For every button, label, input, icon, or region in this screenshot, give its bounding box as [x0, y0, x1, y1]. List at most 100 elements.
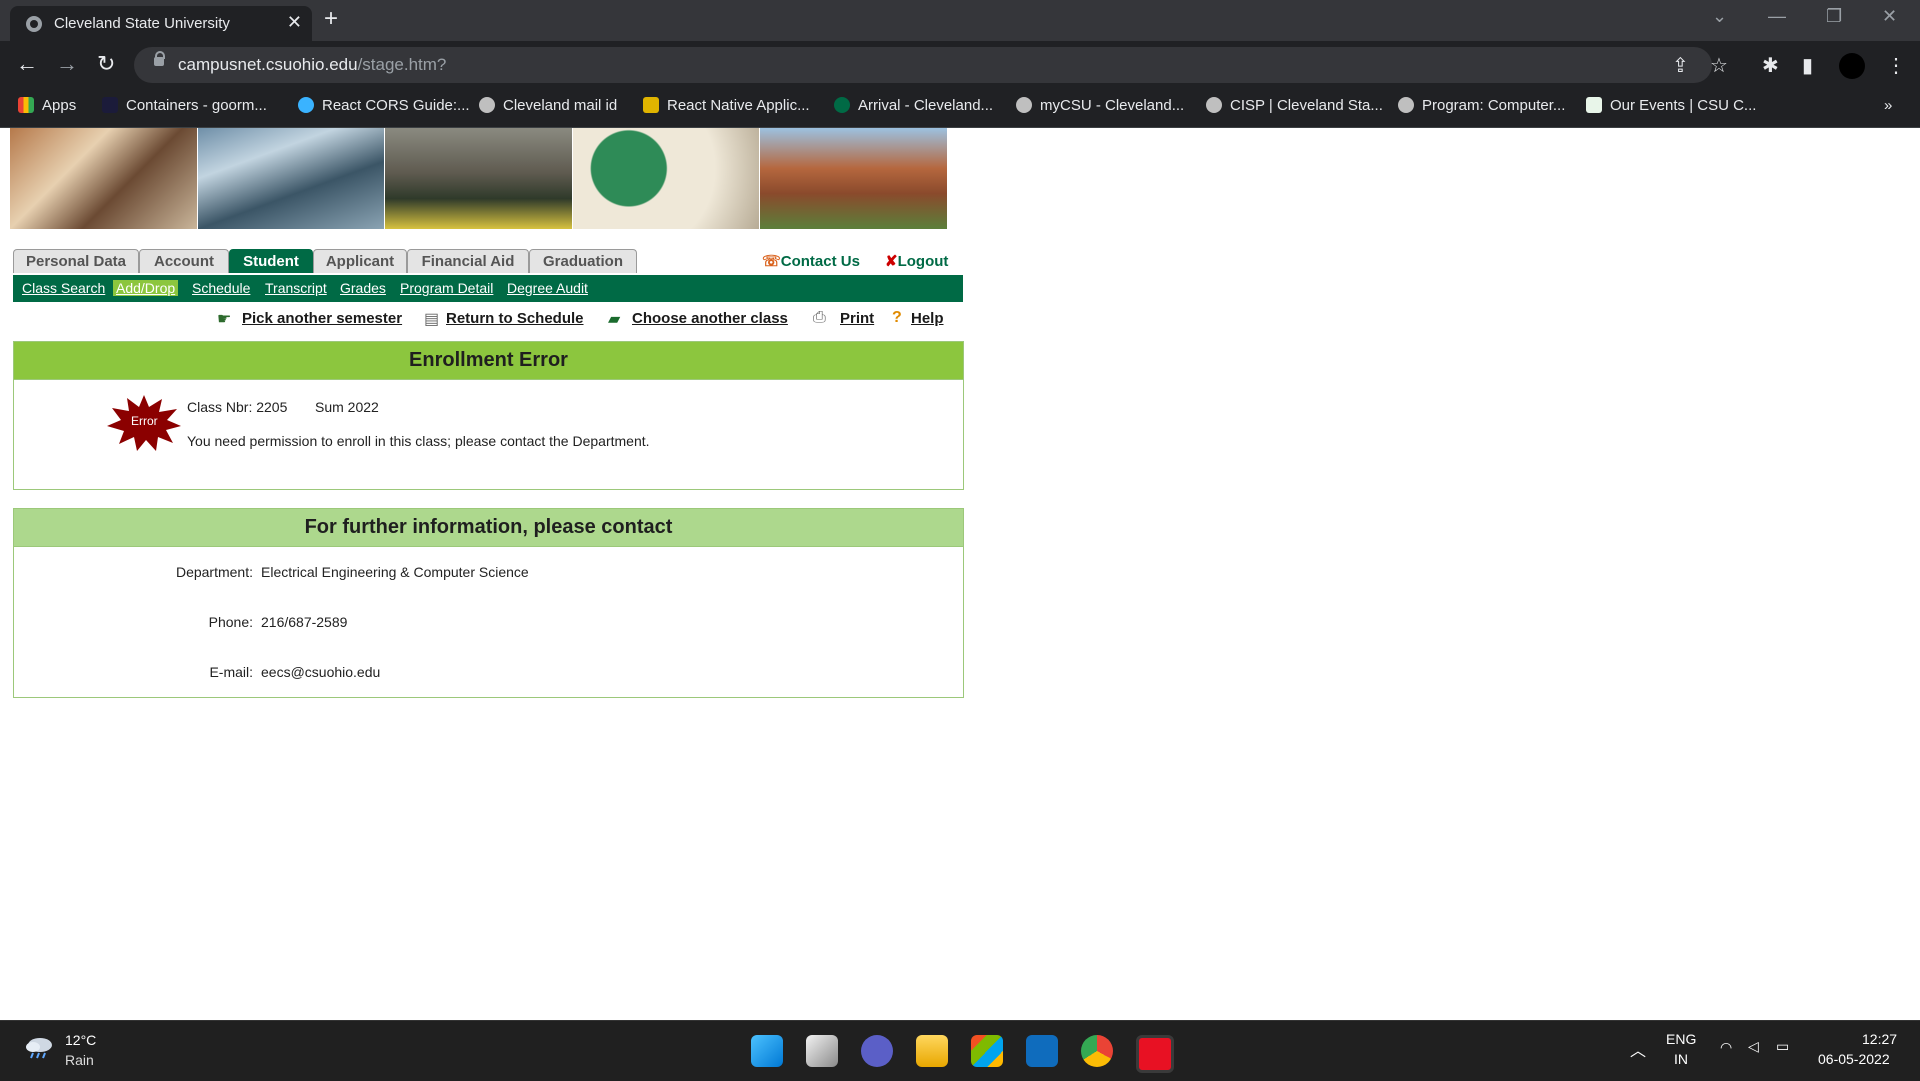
microsoft-store-icon[interactable] — [971, 1035, 1003, 1067]
windows-taskbar: 12°C Rain ︿ ENG IN ◠ ◁ ▭ 12:27 06-05-202… — [0, 1020, 1920, 1081]
subnav-program-detail[interactable]: Program Detail — [400, 280, 493, 296]
teams-chat-icon[interactable] — [861, 1035, 893, 1067]
error-message: You need permission to enroll in this cl… — [187, 433, 650, 449]
tab-financial-aid[interactable]: Financial Aid — [407, 249, 529, 273]
banner-photo-students — [10, 128, 197, 229]
books-icon: ▰ — [608, 311, 621, 328]
subnav-transcript[interactable]: Transcript — [265, 280, 327, 296]
email-label: E-mail: — [209, 664, 253, 680]
printer-icon: ⎙ — [813, 309, 826, 326]
url-host: campusnet.csuohio.edu — [178, 55, 358, 74]
subnav-class-search[interactable]: Class Search — [22, 280, 105, 296]
phone-label: Phone: — [208, 614, 253, 630]
share-icon[interactable]: ⇪ — [1672, 53, 1689, 78]
language-code[interactable]: ENG — [1666, 1031, 1696, 1047]
browser-titlebar: Cleveland State University ✕ + ⌄ — ❐ ✕ — [0, 0, 1920, 41]
bookmark-our-events[interactable]: Our Events | CSU C... — [1586, 97, 1756, 114]
banner-photo-seal — [572, 128, 760, 229]
sub-nav-bar: Class Search Add/Drop Schedule Transcrip… — [13, 275, 963, 302]
close-window-button[interactable]: ✕ — [1882, 6, 1897, 27]
bookmark-program[interactable]: Program: Computer... — [1398, 97, 1565, 114]
header-banner — [10, 128, 948, 229]
restore-button[interactable]: ❐ — [1826, 6, 1842, 27]
help-link[interactable]: Help — [911, 310, 944, 327]
tab-account[interactable]: Account — [139, 249, 229, 273]
bookmark-react-native[interactable]: React Native Applic... — [643, 97, 810, 114]
terminal-icon — [102, 97, 118, 113]
subnav-schedule[interactable]: Schedule — [192, 280, 250, 296]
apps-grid-icon — [18, 97, 34, 113]
viking-icon — [1206, 97, 1222, 113]
contact-icon: ☏ — [762, 253, 781, 270]
back-button[interactable]: ← — [16, 51, 38, 77]
mail-icon[interactable] — [1026, 1035, 1058, 1067]
volume-icon[interactable]: ◁ — [1748, 1038, 1759, 1055]
more-bookmarks-icon[interactable]: » — [1884, 97, 1892, 114]
help-question-icon: ? — [892, 309, 902, 326]
browser-toolbar: ← → ↻ campusnet.csuohio.edu/stage.htm? ⇪… — [0, 41, 1920, 89]
schedule-document-icon: ▤ — [424, 311, 440, 328]
forward-button[interactable]: → — [56, 51, 78, 77]
print-link[interactable]: Print — [840, 310, 874, 327]
clock-date[interactable]: 06-05-2022 — [1818, 1051, 1890, 1067]
bookmark-cleveland-mail[interactable]: Cleveland mail id — [479, 97, 617, 114]
file-explorer-icon[interactable] — [916, 1035, 948, 1067]
address-bar[interactable]: campusnet.csuohio.edu/stage.htm? ⇪ ☆ — [134, 47, 1728, 83]
bookmark-cisp[interactable]: CISP | Cleveland Sta... — [1206, 97, 1383, 114]
weather-condition[interactable]: Rain — [65, 1052, 94, 1068]
subnav-add-drop[interactable]: Add/Drop — [113, 280, 179, 296]
rain-cloud-icon[interactable] — [24, 1035, 54, 1059]
show-hidden-icons-chevron-icon[interactable]: ︿ — [1630, 1037, 1646, 1061]
tab-student[interactable]: Student — [229, 249, 313, 273]
department-value: Electrical Engineering & Computer Scienc… — [261, 564, 529, 580]
enrollment-error-title: Enrollment Error — [14, 342, 963, 380]
error-icon-label: Error — [131, 414, 158, 428]
profile-avatar[interactable] — [1839, 53, 1865, 79]
menu-icon[interactable]: ⋮ — [1886, 53, 1906, 78]
subnav-grades[interactable]: Grades — [340, 280, 386, 296]
weather-temperature[interactable]: 12°C — [65, 1032, 96, 1048]
banner-photo-building — [197, 128, 385, 229]
bookmarks-bar: Apps Containers - goorm... React CORS Gu… — [0, 89, 1920, 128]
tab-applicant[interactable]: Applicant — [313, 249, 407, 273]
class-term: Sum 2022 — [315, 399, 379, 415]
bookmark-containers[interactable]: Containers - goorm... — [102, 97, 267, 114]
pick-another-semester-link[interactable]: Pick another semester — [242, 310, 402, 327]
battery-icon[interactable]: ▭ — [1776, 1038, 1789, 1055]
language-region[interactable]: IN — [1674, 1051, 1688, 1067]
minimize-button[interactable]: — — [1768, 6, 1786, 27]
browser-tab[interactable]: Cleveland State University ✕ — [10, 6, 312, 41]
extensions-icon[interactable]: ✱ — [1762, 53, 1779, 78]
bookmark-react-cors[interactable]: React CORS Guide:... — [298, 97, 470, 114]
class-number: Class Nbr: 2205 — [187, 399, 288, 415]
csu-seal-icon — [1586, 97, 1602, 113]
logout-link[interactable]: ✘Logout — [885, 252, 948, 270]
clock-time[interactable]: 12:27 — [1862, 1031, 1897, 1047]
return-to-schedule-link[interactable]: Return to Schedule — [446, 310, 584, 327]
reload-button[interactable]: ↻ — [97, 51, 115, 77]
bookmark-apps[interactable]: Apps — [18, 97, 76, 114]
tab-title: Cleveland State University — [54, 15, 230, 32]
new-tab-button[interactable]: + — [324, 5, 338, 33]
bookmark-star-icon[interactable]: ☆ — [1710, 53, 1728, 78]
viking-icon — [479, 97, 495, 113]
task-view-icon[interactable] — [806, 1035, 838, 1067]
wifi-icon[interactable]: ◠ — [1720, 1039, 1732, 1056]
snipping-tool-icon[interactable] — [1136, 1035, 1174, 1073]
department-label: Department: — [175, 564, 253, 580]
chrome-icon[interactable] — [1081, 1035, 1113, 1067]
banner-photo-hall — [760, 128, 947, 229]
bookmark-arrival[interactable]: Arrival - Cleveland... — [834, 97, 993, 114]
leaf-icon — [834, 97, 850, 113]
tab-search-icon[interactable]: ⌄ — [1712, 6, 1727, 27]
subnav-degree-audit[interactable]: Degree Audit — [507, 280, 588, 296]
close-tab-icon[interactable]: ✕ — [287, 12, 302, 33]
tab-graduation[interactable]: Graduation — [529, 249, 637, 273]
choose-another-class-link[interactable]: Choose another class — [632, 310, 788, 327]
start-windows-icon[interactable] — [751, 1035, 783, 1067]
contact-us-link[interactable]: ☏Contact Us — [762, 252, 860, 270]
bookmark-mycsu[interactable]: myCSU - Cleveland... — [1016, 97, 1184, 114]
pointing-hand-icon: ☛ — [217, 311, 232, 328]
tab-personal-data[interactable]: Personal Data — [13, 249, 139, 273]
side-panel-icon[interactable]: ▮ — [1802, 53, 1813, 78]
